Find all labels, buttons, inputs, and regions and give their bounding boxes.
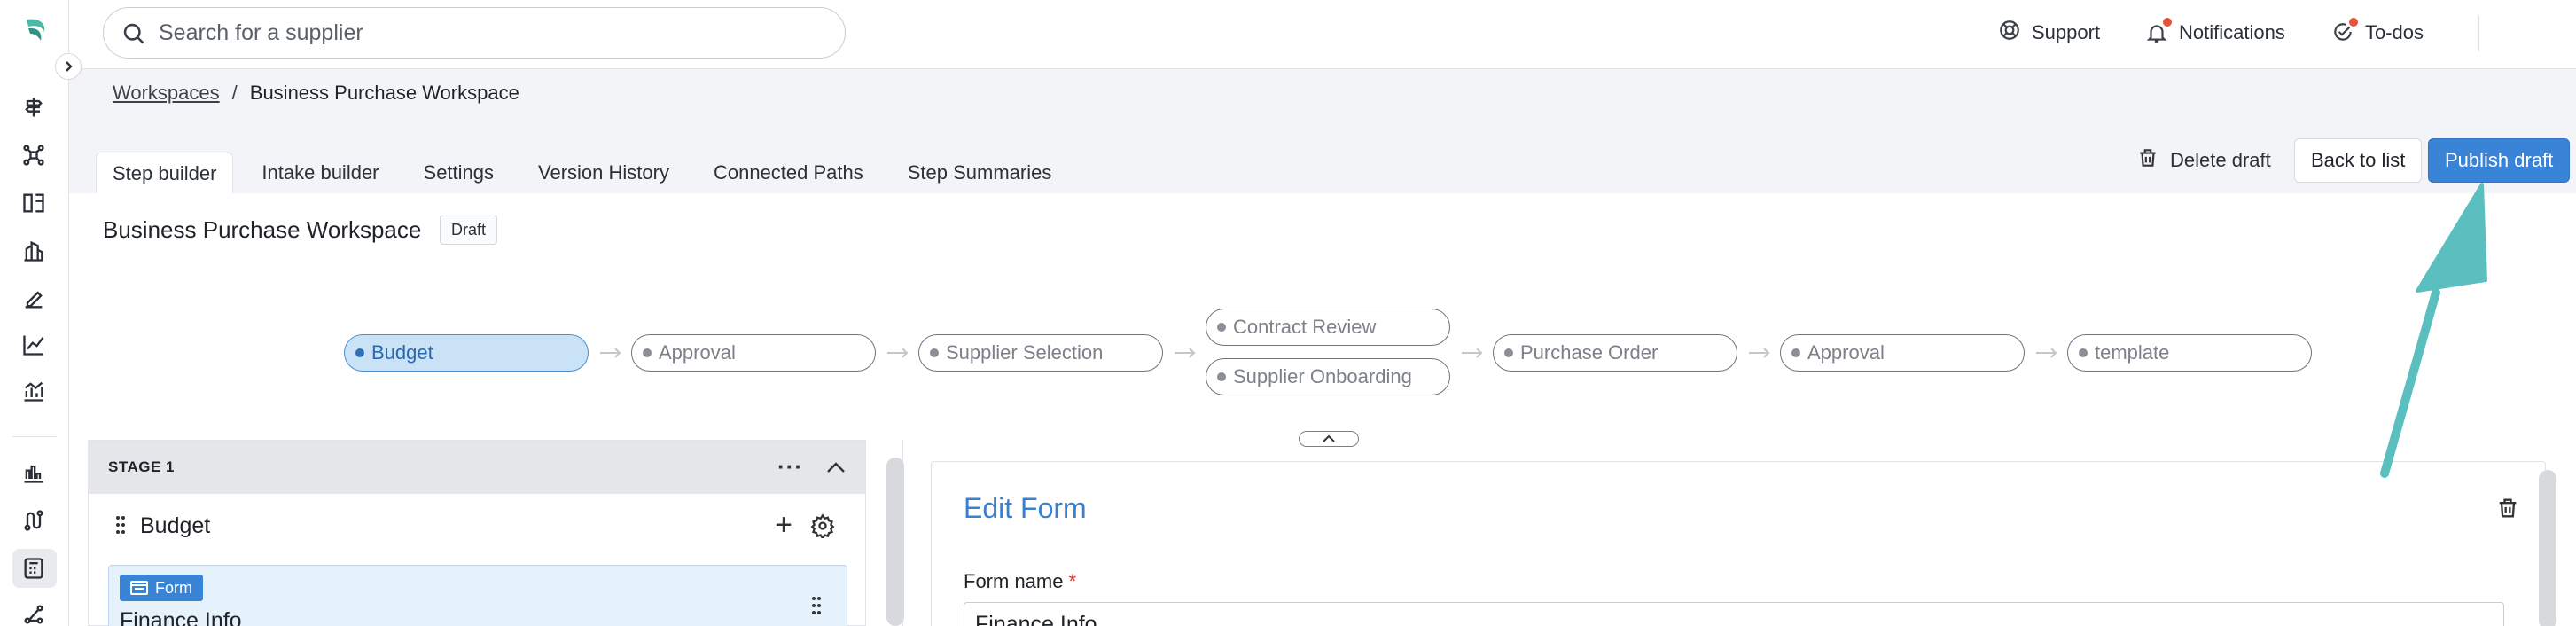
form-name-input[interactable] (964, 602, 2504, 626)
breadcrumb-separator: / (231, 82, 238, 104)
step-name: Budget (140, 513, 211, 538)
search-icon (121, 21, 146, 46)
pipeline-node-approval-2[interactable]: Approval (1780, 334, 2025, 372)
signpost-icon[interactable] (19, 92, 49, 122)
arrow-right-icon (599, 347, 622, 359)
right-scrollbar[interactable] (2539, 470, 2556, 626)
arrow-right-icon (1748, 347, 1771, 359)
support-label: Support (2032, 21, 2101, 43)
form-name: Finance Info (120, 608, 242, 626)
support-link[interactable]: Support (1998, 18, 2100, 48)
analytics-icon[interactable] (19, 376, 49, 406)
app-logo-icon[interactable] (20, 14, 51, 46)
breadcrumb-workspaces-link[interactable]: Workspaces (113, 82, 220, 105)
line-chart-icon[interactable] (19, 330, 49, 360)
step-builder-content: Business Purchase Workspace Draft Budget… (69, 193, 2576, 626)
top-header: Support Notifications To-dos TA (69, 0, 2576, 69)
check-circle-icon (2331, 18, 2358, 44)
trash-icon[interactable] (2495, 496, 2520, 525)
drag-handle-icon[interactable] (811, 596, 822, 620)
workflow-icon[interactable] (19, 140, 49, 170)
header-divider (2478, 16, 2479, 51)
pipeline-node-contract-review[interactable]: Contract Review (1206, 309, 1450, 346)
chevron-up-icon (1323, 434, 1335, 442)
stage-panel: STAGE 1 ··· Budget + Form Finance Info (88, 440, 866, 626)
breadcrumb-current: Business Purchase Workspace (249, 82, 519, 104)
form-card[interactable]: Form Finance Info (108, 565, 847, 626)
annotation-arrow-icon (2380, 183, 2487, 478)
gear-icon[interactable] (810, 513, 835, 544)
pipeline-node-budget[interactable]: Budget (344, 334, 589, 372)
todo-dot (2349, 18, 2358, 27)
notifications-link[interactable]: Notifications (2145, 18, 2285, 48)
trash-icon (2136, 146, 2159, 175)
notifications-label: Notifications (2179, 21, 2285, 43)
path-icon[interactable] (19, 505, 49, 536)
stage-label: STAGE 1 (108, 458, 175, 475)
rail-divider (12, 436, 57, 437)
pipeline-node-supplier-onboarding[interactable]: Supplier Onboarding (1206, 358, 1450, 395)
arrow-right-icon (886, 347, 909, 359)
supplier-search[interactable] (103, 7, 846, 59)
bar-chart-icon[interactable] (19, 458, 49, 488)
pipeline-node-approval[interactable]: Approval (631, 334, 876, 372)
chevron-right-icon (66, 61, 73, 72)
form-tag-label: Form (155, 578, 192, 597)
delete-draft-button[interactable]: Delete draft (2120, 138, 2287, 183)
todos-label: To-dos (2365, 21, 2424, 43)
form-name-label: Form name * (964, 570, 1077, 592)
tab-settings[interactable]: Settings (408, 153, 511, 193)
expand-sidebar-button[interactable] (55, 53, 82, 80)
search-input[interactable] (159, 20, 797, 46)
back-to-list-button[interactable]: Back to list (2294, 138, 2423, 183)
arrow-right-icon (1461, 347, 1484, 359)
breadcrumb: Workspaces / Business Purchase Workspace (113, 82, 519, 105)
tab-intake-builder[interactable]: Intake builder (246, 153, 394, 193)
required-mark: * (1068, 570, 1077, 592)
tab-step-summaries[interactable]: Step Summaries (892, 153, 1068, 193)
drag-handle-icon[interactable] (115, 515, 126, 541)
arrow-right-icon (2035, 347, 2058, 359)
delete-draft-label: Delete draft (2170, 149, 2271, 171)
chevron-up-icon[interactable] (826, 460, 846, 478)
arrow-right-icon (1174, 347, 1197, 359)
buildings-icon[interactable] (19, 236, 49, 266)
add-icon[interactable]: + (775, 510, 792, 540)
edit-form-panel: Edit Form Form name * (931, 461, 2546, 626)
pipeline-node-supplier-selection[interactable]: Supplier Selection (918, 334, 1163, 372)
left-scrollbar[interactable] (886, 458, 904, 626)
form-icon (130, 581, 148, 595)
lifebuoy-icon (1998, 19, 2021, 47)
edit-form-title: Edit Form (964, 492, 1087, 524)
pipeline-node-template[interactable]: template (2067, 334, 2312, 372)
publish-draft-button[interactable]: Publish draft (2428, 138, 2571, 183)
columns-icon[interactable] (19, 188, 49, 218)
stage-pipeline: Budget Approval Supplier Selection Contr… (69, 193, 2576, 415)
stage-header: STAGE 1 ··· (89, 441, 865, 494)
more-options-icon[interactable]: ··· (777, 453, 803, 481)
pipeline-node-purchase-order[interactable]: Purchase Order (1493, 334, 1737, 372)
form-type-tag: Form (120, 575, 203, 601)
calculator-icon[interactable] (19, 553, 49, 583)
notification-dot (2163, 18, 2172, 27)
collapse-pipeline-button[interactable] (1299, 431, 1359, 447)
tab-version-history[interactable]: Version History (522, 153, 685, 193)
share-icon[interactable] (19, 599, 49, 626)
tab-connected-paths[interactable]: Connected Paths (698, 153, 879, 193)
step-row[interactable]: Budget + (89, 494, 865, 558)
pen-icon[interactable] (19, 284, 49, 314)
todos-link[interactable]: To-dos (2331, 18, 2424, 48)
tab-bar: Step builder Intake builder Settings Ver… (96, 153, 1080, 193)
bell-icon (2145, 18, 2172, 44)
tab-step-builder[interactable]: Step builder (96, 153, 234, 193)
side-rail (0, 0, 69, 626)
